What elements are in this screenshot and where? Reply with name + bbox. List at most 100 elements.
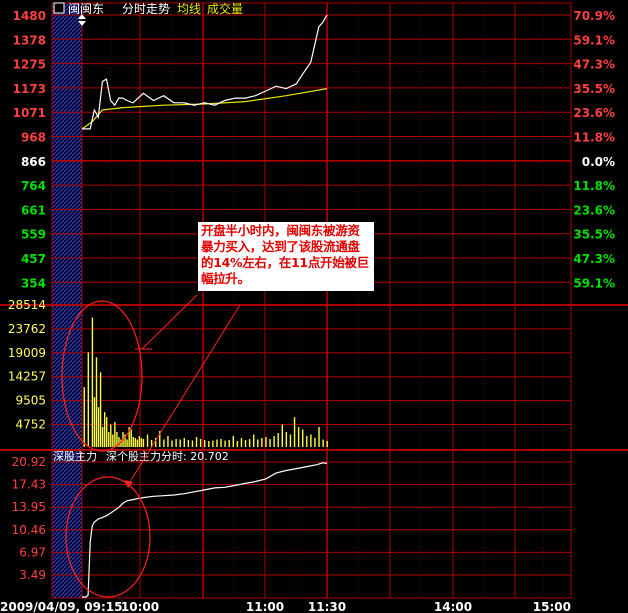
chart-title: 分时走势 (122, 2, 170, 16)
volume-bar (248, 439, 251, 447)
indicator-label: 13.95 (12, 500, 46, 514)
price-axis-left: 1480 1378 1275 1173 1071 968 866 764 661 559 457 35… (13, 9, 46, 290)
volume-bar (212, 440, 214, 447)
pct-label: 59.1% (573, 276, 615, 290)
pct-label: 35.5% (573, 228, 615, 242)
volume-label: 4752 (15, 418, 46, 432)
price-label: 866 (21, 155, 46, 169)
volume-bar (322, 439, 324, 447)
volume-label: 14257 (8, 370, 46, 384)
time-label: 11:30 (308, 600, 346, 613)
stock-name: 闽闽东 (68, 2, 104, 16)
volume-bar (91, 317, 94, 447)
volume-bar (126, 439, 128, 447)
volume-bar (163, 439, 165, 447)
volume-bar (281, 424, 283, 447)
volume-bar (289, 434, 292, 447)
volume-bar (140, 438, 143, 447)
volume-bar (240, 438, 243, 447)
volume-bar (224, 440, 226, 447)
price-label: 1173 (13, 82, 46, 96)
pct-label: 23.6% (573, 203, 615, 217)
volume-bar (142, 439, 145, 447)
volume-bars (83, 317, 328, 447)
volume-bar (199, 439, 202, 447)
indicator-label: 6.97 (19, 545, 46, 559)
volume-bar (265, 437, 267, 447)
grid (0, 2, 628, 599)
avg-line (81, 88, 328, 130)
price-label: 457 (21, 252, 46, 266)
price-label: 1275 (13, 58, 46, 72)
volume-bar (112, 434, 114, 447)
indicator-name: 深股主力 (53, 450, 97, 463)
price-label: 354 (21, 276, 46, 290)
indicator-label: 20.92 (12, 455, 46, 469)
volume-bar (208, 441, 210, 447)
pct-label: 47.3% (573, 252, 615, 266)
volume-bar (97, 407, 100, 447)
volume-bar (132, 437, 134, 447)
volume-bar (220, 439, 222, 447)
volume-bar (285, 432, 288, 447)
volume-label: 28514 (8, 298, 46, 312)
volume-bar (314, 438, 316, 447)
header: 闽闽东 分时走势 均线 成交量 (53, 1, 243, 16)
time-label: 14:00 (434, 600, 472, 613)
price-label: 559 (21, 228, 46, 242)
volume-bar (257, 439, 259, 447)
volume-bar (175, 439, 177, 447)
volume-bar (306, 436, 308, 447)
window-icon[interactable] (53, 2, 65, 14)
annotation-arrow-1 (141, 294, 198, 350)
price-label: 661 (21, 203, 46, 217)
pct-label: 35.5% (573, 82, 615, 96)
volume-bar (108, 432, 110, 447)
legend-avg: 均线 (177, 2, 201, 16)
legend-volume: 成交量 (207, 1, 243, 16)
volume-bar (99, 372, 102, 447)
price-label: 1071 (13, 106, 46, 120)
price-axis-right: 70.9% 59.1% 47.3% 35.5% 23.6% 11.8% 0.0% 11.8% 2… (573, 9, 615, 290)
volume-bar (204, 440, 206, 447)
indicator-axis: 20.92 17.43 13.95 10.46 6.97 3.49 (12, 455, 46, 582)
volume-bar (277, 433, 279, 447)
pct-label: 70.9% (573, 9, 615, 23)
volume-label: 9505 (15, 394, 46, 408)
volume-bar (146, 434, 149, 447)
volume-bar (118, 437, 120, 447)
price-label: 1378 (13, 33, 46, 47)
volume-bar (167, 436, 169, 447)
volume-bar (269, 439, 271, 447)
indicator-label: 17.43 (12, 478, 46, 492)
intraday-chart: 闽闽东 分时走势 均线 成交量 1480 1378 1275 1173 1071 968 8… (0, 1, 628, 613)
volume-bar (110, 424, 112, 447)
volume-bar (179, 439, 181, 447)
volume-label: 23762 (8, 322, 46, 336)
volume-bar (134, 438, 136, 447)
volume-bar (244, 440, 247, 447)
pct-label: 59.1% (573, 33, 615, 47)
volume-bar (130, 429, 132, 447)
time-label: 2009/04/09, 09:15 (0, 600, 123, 613)
volume-bar (318, 427, 320, 447)
pct-label: 11.8% (573, 131, 615, 145)
indicator-label: 10.46 (12, 523, 46, 537)
pct-label: 11.8% (573, 179, 615, 193)
volume-bar (326, 441, 328, 447)
volume-bar (191, 440, 194, 447)
volume-bar (273, 436, 275, 447)
time-axis: 2009/04/09, 09:1510:00 11:00 11:30 14:00 15:… (0, 600, 571, 613)
annotation-text: 开盘半小时内，闽闽东被游资暴力买入，达到了该股流通盘的14%左右，在11点开始被… (198, 222, 374, 291)
volume-bar (93, 397, 96, 447)
volume-bar (187, 440, 190, 447)
volume-bar (83, 387, 85, 447)
volume-bar (103, 412, 106, 447)
volume-bar (87, 352, 90, 447)
pct-label: 23.6% (573, 106, 615, 120)
volume-bar (228, 440, 230, 447)
indicator-series-label: 深个股主力分时: 20.702 (106, 450, 229, 463)
volume-bar (302, 429, 304, 447)
pre-open-area (52, 3, 82, 598)
volume-bar (195, 437, 198, 447)
